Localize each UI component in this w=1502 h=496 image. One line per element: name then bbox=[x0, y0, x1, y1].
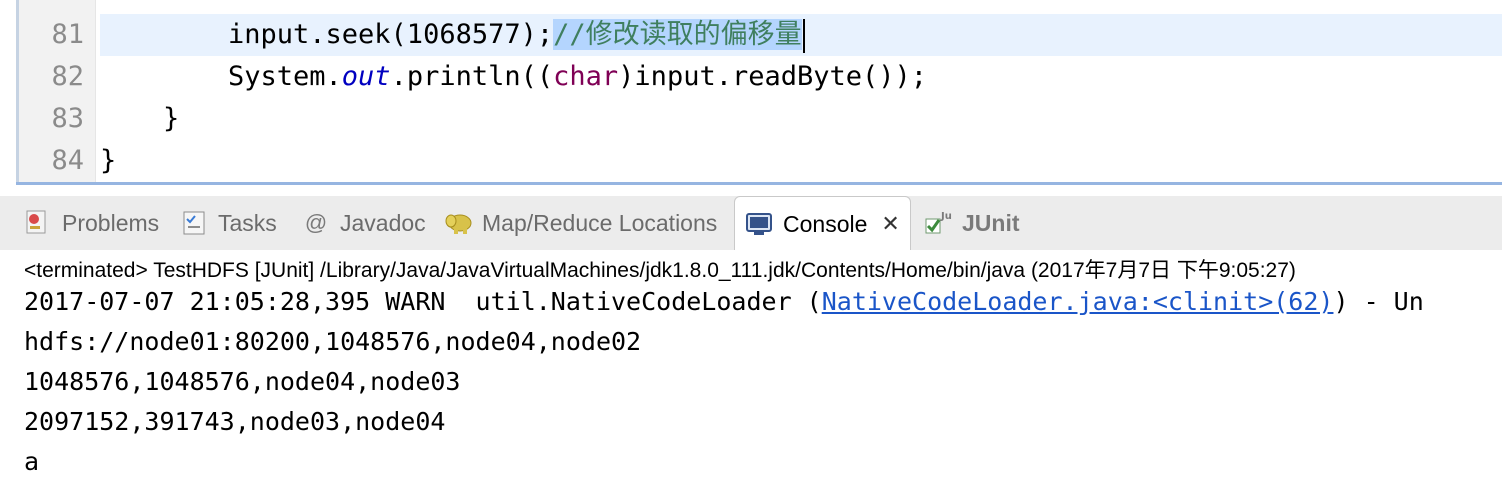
code-comment-selected: //修改读取的偏移量 bbox=[553, 19, 802, 50]
tab-label: JUnit bbox=[962, 209, 1020, 236]
code-readbyte: )input.readByte()); bbox=[618, 61, 928, 92]
tab-javadoc[interactable]: @ Javadoc bbox=[302, 196, 426, 250]
console-line: 1048576,1048576,node04,node03 bbox=[24, 367, 461, 396]
code-line-84[interactable]: } bbox=[100, 140, 116, 182]
console-line: a bbox=[24, 447, 40, 476]
tab-label: Javadoc bbox=[340, 209, 426, 236]
elephant-icon bbox=[444, 209, 472, 237]
text-caret bbox=[802, 18, 805, 53]
console-line: 2097152,391743,node03,node04 bbox=[24, 407, 446, 436]
gutter-divider bbox=[95, 0, 96, 182]
code-line-81[interactable]: input.seek(1068577);//修改读取的偏移量 bbox=[100, 14, 805, 56]
code-line-83[interactable]: } bbox=[100, 98, 179, 140]
tab-console[interactable]: Console ✕ bbox=[734, 196, 911, 251]
svg-text:Ju: Ju bbox=[940, 211, 952, 222]
console-view[interactable]: <terminated> TestHDFS [JUnit] /Library/J… bbox=[0, 250, 1502, 496]
code-line-82[interactable]: System.out.println((char)input.readByte(… bbox=[100, 56, 927, 98]
code-closing-brace: } bbox=[100, 145, 117, 176]
code-println: .println(( bbox=[390, 61, 554, 92]
view-tab-bar: Problems Tasks @ Javadoc Map/Reduce Loca… bbox=[0, 196, 1502, 251]
problems-icon bbox=[24, 209, 52, 237]
tab-junit[interactable]: Ju JUnit bbox=[924, 196, 1020, 250]
code-field-out: out bbox=[341, 61, 391, 92]
line-number-82: 82 bbox=[51, 61, 84, 92]
code-keyword-char: char bbox=[553, 61, 619, 92]
code-seek-call: input.seek(1068577); bbox=[228, 19, 554, 50]
tab-map-reduce-locations[interactable]: Map/Reduce Locations bbox=[444, 196, 717, 250]
tab-label: Console bbox=[783, 210, 868, 237]
console-icon bbox=[745, 210, 773, 238]
at-icon: @ bbox=[304, 210, 328, 235]
warn-suffix: ) - Un bbox=[1333, 287, 1424, 316]
code-closing-brace: } bbox=[163, 103, 180, 134]
line-number-81: 81 bbox=[51, 19, 84, 50]
tab-label: Problems bbox=[62, 209, 160, 236]
warn-text: 2017-07-07 21:05:28,395 WARN util.Native… bbox=[24, 287, 822, 316]
tab-label: Tasks bbox=[218, 209, 277, 236]
line-number-83: 83 bbox=[51, 103, 84, 134]
console-line: hdfs://node01:80200,1048576,node04,node0… bbox=[24, 327, 642, 356]
tasks-icon bbox=[180, 209, 208, 237]
tab-label: Map/Reduce Locations bbox=[482, 209, 718, 236]
code-system: System. bbox=[228, 61, 342, 92]
junit-icon: Ju bbox=[924, 209, 952, 237]
code-editor[interactable]: 81 82 83 84 input.seek(1068577);//修改读取的偏… bbox=[0, 0, 1502, 182]
close-icon[interactable]: ✕ bbox=[881, 211, 899, 237]
editor-bottom-border bbox=[16, 182, 1502, 185]
stacktrace-link[interactable]: NativeCodeLoader.java:<clinit>(62) bbox=[822, 287, 1334, 316]
line-number-84: 84 bbox=[51, 145, 84, 176]
console-line-warn: 2017-07-07 21:05:28,395 WARN util.Native… bbox=[24, 282, 1424, 322]
tab-problems[interactable]: Problems bbox=[24, 196, 159, 250]
tab-tasks[interactable]: Tasks bbox=[180, 196, 277, 250]
